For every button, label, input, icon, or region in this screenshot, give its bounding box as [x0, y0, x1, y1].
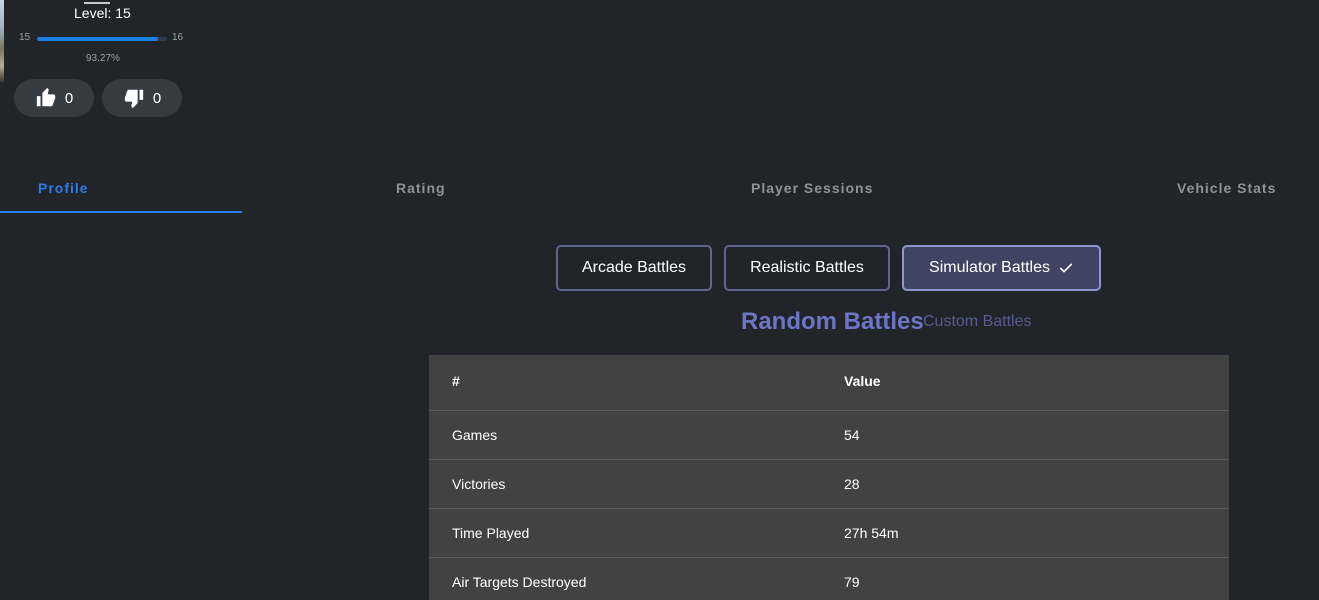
player-profile-page: Level: 15 15 16 93.27% 0 0 Profile Ratin…	[0, 0, 1319, 600]
stat-value: 54	[844, 427, 860, 443]
custom-battles-toggle[interactable]: Custom Battles	[923, 313, 1031, 331]
player-name-fragment	[84, 0, 110, 4]
xp-progress: 15 16	[19, 32, 189, 46]
arcade-battles-label: Arcade Battles	[581, 259, 687, 276]
stat-name: Victories	[452, 476, 506, 492]
avatar	[0, 0, 4, 82]
table-row: Air Targets Destroyed 79	[429, 558, 1229, 600]
xp-progress-fill	[37, 37, 159, 41]
profile-tabs: Profile Rating Player Sessions Vehicle S…	[0, 165, 1319, 213]
thumbs-up-icon	[36, 87, 55, 107]
stat-name: Air Targets Destroyed	[452, 574, 587, 590]
random-battles-toggle[interactable]: Random Battles	[741, 308, 924, 336]
stat-name: Games	[452, 427, 498, 443]
simulator-battles-button[interactable]: Simulator Battles	[902, 245, 1101, 291]
xp-next-level: 16	[172, 32, 184, 43]
table-row: Time Played 27h 54m	[429, 509, 1229, 558]
stat-value: 79	[844, 574, 860, 590]
xp-progress-bar	[37, 37, 167, 41]
stats-table: # Value Games 54 Victories 28 Time Playe…	[429, 355, 1229, 600]
realistic-battles-button[interactable]: Realistic Battles	[724, 245, 890, 291]
check-icon	[1059, 263, 1073, 273]
table-row: Victories 28	[429, 460, 1229, 509]
tab-profile[interactable]: Profile	[38, 165, 89, 211]
player-level: Level: 15	[74, 5, 131, 21]
stat-name: Time Played	[452, 525, 530, 541]
table-header-row: # Value	[429, 355, 1229, 411]
realistic-battles-label: Realistic Battles	[750, 259, 864, 276]
tab-player-sessions[interactable]: Player Sessions	[751, 165, 873, 211]
simulator-battles-label: Simulator Battles	[929, 259, 1050, 276]
xp-percent: 93.27%	[86, 53, 120, 64]
like-button[interactable]: 0	[14, 79, 94, 117]
xp-current-level: 15	[19, 32, 31, 43]
dislike-count: 0	[152, 89, 162, 107]
arcade-battles-button[interactable]: Arcade Battles	[556, 245, 712, 291]
stat-value: 27h 54m	[844, 525, 899, 541]
column-header-value: Value	[844, 373, 881, 389]
thumbs-down-icon	[124, 89, 143, 109]
tab-vehicle-stats[interactable]: Vehicle Stats	[1177, 165, 1276, 211]
stat-value: 28	[844, 476, 860, 492]
like-count: 0	[64, 89, 74, 107]
active-tab-indicator	[0, 211, 242, 213]
table-row: Games 54	[429, 411, 1229, 460]
column-header-key: #	[452, 373, 460, 389]
tab-rating[interactable]: Rating	[396, 165, 446, 211]
dislike-button[interactable]: 0	[102, 79, 182, 117]
